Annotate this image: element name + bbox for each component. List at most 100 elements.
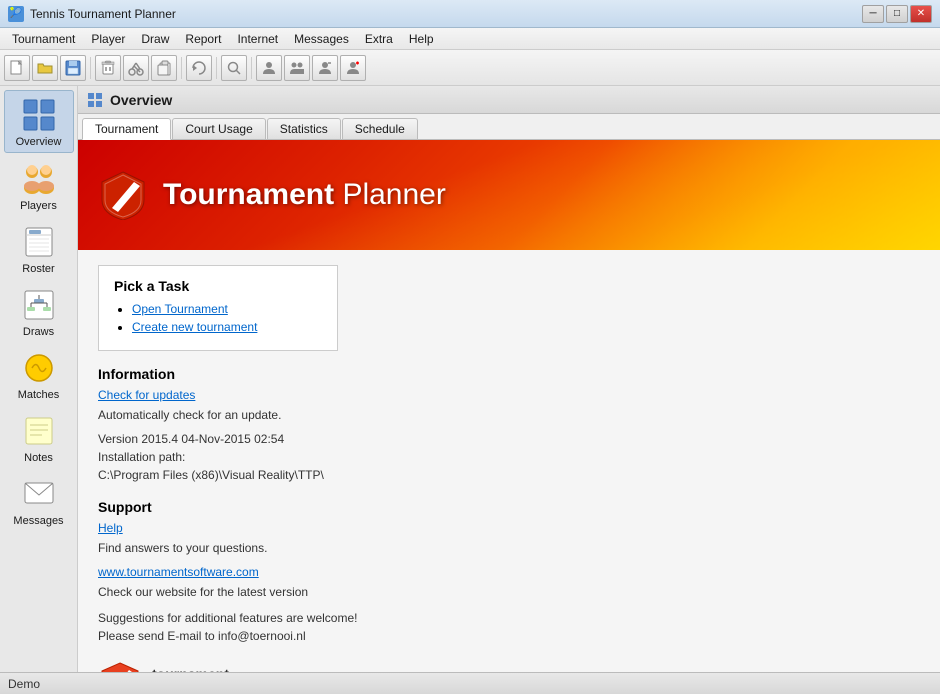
content-sections: Pick a Task Open Tournament Create new t… (78, 250, 940, 672)
website-text: Check our website for the latest version (98, 583, 398, 601)
information-section: Information Check for updates Automatica… (98, 366, 398, 484)
menu-bar: Tournament Player Draw Report Internet M… (0, 28, 940, 50)
logo-text-top: tournament (152, 666, 229, 672)
banner-title: Tournament Planner (163, 178, 446, 211)
sidebar-item-draws[interactable]: Draws (4, 281, 74, 342)
help-text: Find answers to your questions. (98, 539, 398, 557)
auto-check-text: Automatically check for an update. (98, 406, 398, 424)
website-link[interactable]: www.tournamentsoftware.com (98, 565, 398, 579)
toolbar-separator-4 (251, 57, 252, 79)
menu-player[interactable]: Player (83, 30, 133, 48)
toolbar-separator-1 (90, 57, 91, 79)
maximize-button[interactable]: □ (886, 5, 908, 23)
sidebar-label-matches: Matches (18, 389, 60, 401)
sidebar-item-roster[interactable]: Roster (4, 218, 74, 279)
app-icon: 🎾 (8, 6, 24, 22)
support-section: Support Help Find answers to your questi… (98, 499, 398, 645)
banner-title-normal: Planner (334, 178, 446, 211)
logo-block: tournament software (98, 660, 920, 672)
notes-icon (21, 413, 57, 449)
window-controls: ─ □ ✕ (862, 5, 932, 23)
player1-button[interactable] (256, 55, 282, 81)
banner: Tournament Planner (78, 140, 940, 250)
tab-statistics[interactable]: Statistics (267, 118, 341, 139)
delete-button[interactable] (95, 55, 121, 81)
minimize-button[interactable]: ─ (862, 5, 884, 23)
banner-logo (98, 170, 148, 220)
close-button[interactable]: ✕ (910, 5, 932, 23)
cut-button[interactable] (123, 55, 149, 81)
sidebar-label-messages: Messages (13, 515, 63, 527)
toolbar-separator-2 (181, 57, 182, 79)
sidebar-label-roster: Roster (22, 263, 54, 275)
sidebar-item-overview[interactable]: Overview (4, 90, 74, 153)
overview-header: Overview (78, 86, 940, 114)
overview-icon (21, 97, 57, 133)
status-text: Demo (8, 677, 40, 691)
banner-title-bold: Tournament (163, 178, 334, 211)
sidebar-label-overview: Overview (16, 136, 62, 148)
player4-button[interactable] (340, 55, 366, 81)
sidebar-item-notes[interactable]: Notes (4, 407, 74, 468)
overview-header-icon (86, 91, 104, 109)
help-link[interactable]: Help (98, 521, 398, 535)
tab-content: Tournament Planner Pick a Task Open Tour… (78, 140, 940, 672)
menu-tournament[interactable]: Tournament (4, 30, 83, 48)
information-heading: Information (98, 366, 398, 382)
menu-draw[interactable]: Draw (133, 30, 177, 48)
menu-extra[interactable]: Extra (357, 30, 401, 48)
install-label: Installation path: (98, 448, 398, 466)
open-button[interactable] (32, 55, 58, 81)
open-tournament-link[interactable]: Open Tournament (132, 302, 228, 316)
players-icon (21, 161, 57, 197)
player2-button[interactable] (284, 55, 310, 81)
sidebar-item-matches[interactable]: Matches (4, 344, 74, 405)
search-button[interactable] (221, 55, 247, 81)
task-list-item-open: Open Tournament (132, 302, 322, 316)
sidebar-label-draws: Draws (23, 326, 54, 338)
window-title: Tennis Tournament Planner (30, 7, 862, 21)
logo-shield-icon (98, 660, 142, 672)
sidebar-label-players: Players (20, 200, 57, 212)
tabs-bar: Tournament Court Usage Statistics Schedu… (78, 114, 940, 140)
overview-title: Overview (110, 92, 172, 108)
menu-internet[interactable]: Internet (229, 30, 286, 48)
task-box: Pick a Task Open Tournament Create new t… (98, 265, 338, 351)
title-bar: 🎾 Tennis Tournament Planner ─ □ ✕ (0, 0, 940, 28)
menu-report[interactable]: Report (177, 30, 229, 48)
tab-tournament[interactable]: Tournament (82, 118, 171, 140)
sidebar: Overview Players (0, 86, 78, 672)
sidebar-item-messages[interactable]: Messages (4, 470, 74, 531)
draws-icon (21, 287, 57, 323)
task-list: Open Tournament Create new tournament (114, 302, 322, 334)
banner-text: Tournament Planner (163, 178, 446, 212)
sidebar-item-players[interactable]: Players (4, 155, 74, 216)
scroll-area[interactable]: Tournament Planner Pick a Task Open Tour… (78, 140, 940, 672)
task-list-item-create: Create new tournament (132, 320, 322, 334)
undo-button[interactable] (186, 55, 212, 81)
tab-court-usage[interactable]: Court Usage (172, 118, 265, 139)
toolbar (0, 50, 940, 86)
version-text: Version 2015.4 04-Nov-2015 02:54 (98, 430, 398, 448)
main-layout: Overview Players (0, 86, 940, 672)
create-tournament-link[interactable]: Create new tournament (132, 320, 257, 334)
menu-messages[interactable]: Messages (286, 30, 357, 48)
check-updates-link[interactable]: Check for updates (98, 388, 398, 402)
messages-icon (21, 476, 57, 512)
content-area: Overview Tournament Court Usage Statisti… (78, 86, 940, 672)
tab-schedule[interactable]: Schedule (342, 118, 418, 139)
paste-button[interactable] (151, 55, 177, 81)
player3-button[interactable] (312, 55, 338, 81)
toolbar-separator-3 (216, 57, 217, 79)
support-heading: Support (98, 499, 398, 515)
matches-icon (21, 350, 57, 386)
logo-text: tournament software (152, 666, 229, 672)
suggestions-text: Suggestions for additional features are … (98, 609, 398, 645)
task-heading: Pick a Task (114, 278, 322, 294)
status-bar: Demo (0, 672, 940, 694)
new-button[interactable] (4, 55, 30, 81)
save-button[interactable] (60, 55, 86, 81)
roster-icon (21, 224, 57, 260)
install-path: C:\Program Files (x86)\Visual Reality\TT… (98, 466, 398, 484)
menu-help[interactable]: Help (401, 30, 442, 48)
